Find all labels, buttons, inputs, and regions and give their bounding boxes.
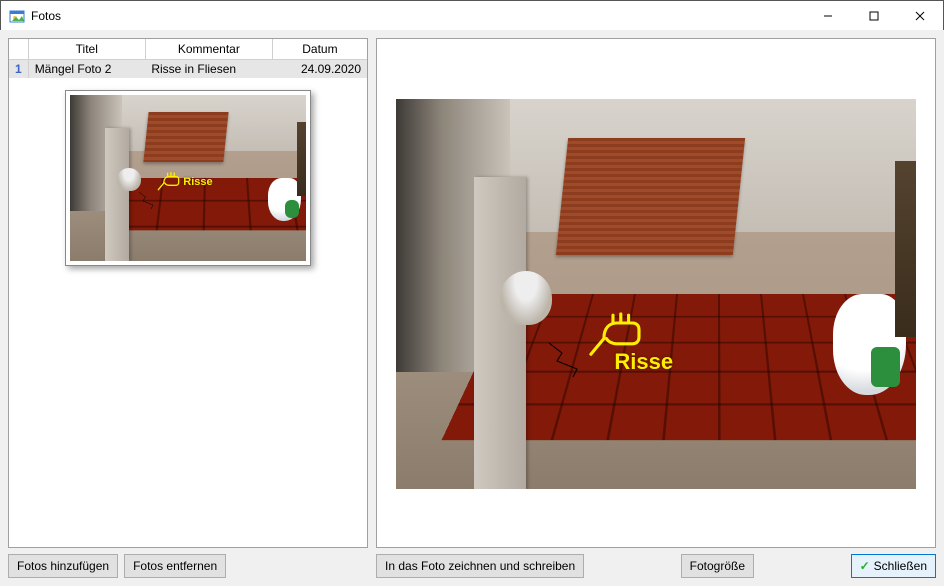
- window-title: Fotos: [31, 9, 61, 23]
- close-button-label: Schließen: [874, 559, 927, 573]
- photo-table[interactable]: Titel Kommentar Datum 1 Mängel Foto 2 Ri…: [9, 39, 367, 78]
- row-title: Mängel Foto 2: [28, 60, 145, 79]
- maximize-button[interactable]: [851, 1, 897, 31]
- close-window-button[interactable]: [897, 1, 943, 31]
- check-icon: ✓: [860, 559, 870, 573]
- photo-thumbnail[interactable]: Risse: [65, 90, 311, 266]
- titlebar: Fotos: [1, 1, 943, 31]
- photo-size-button[interactable]: Fotogröße: [681, 554, 754, 578]
- photo-preview-pane: Risse: [376, 38, 936, 548]
- close-button[interactable]: ✓ Schließen: [851, 554, 936, 578]
- remove-photos-button[interactable]: Fotos entfernen: [124, 554, 226, 578]
- rownum-header[interactable]: [9, 39, 28, 60]
- add-photos-button[interactable]: Fotos hinzufügen: [8, 554, 118, 578]
- photo-list-pane: Titel Kommentar Datum 1 Mängel Foto 2 Ri…: [8, 38, 368, 548]
- col-title[interactable]: Titel: [28, 39, 145, 60]
- row-comment: Risse in Fliesen: [145, 60, 272, 79]
- row-number: 1: [9, 60, 28, 79]
- row-date: 24.09.2020: [272, 60, 367, 79]
- draw-on-photo-button[interactable]: In das Foto zeichnen und schreiben: [376, 554, 584, 578]
- app-icon: [9, 8, 25, 24]
- table-row[interactable]: 1 Mängel Foto 2 Risse in Fliesen 24.09.2…: [9, 60, 367, 79]
- col-comment[interactable]: Kommentar: [145, 39, 272, 60]
- photo-preview[interactable]: Risse: [396, 99, 916, 489]
- col-date[interactable]: Datum: [272, 39, 367, 60]
- minimize-button[interactable]: [805, 1, 851, 31]
